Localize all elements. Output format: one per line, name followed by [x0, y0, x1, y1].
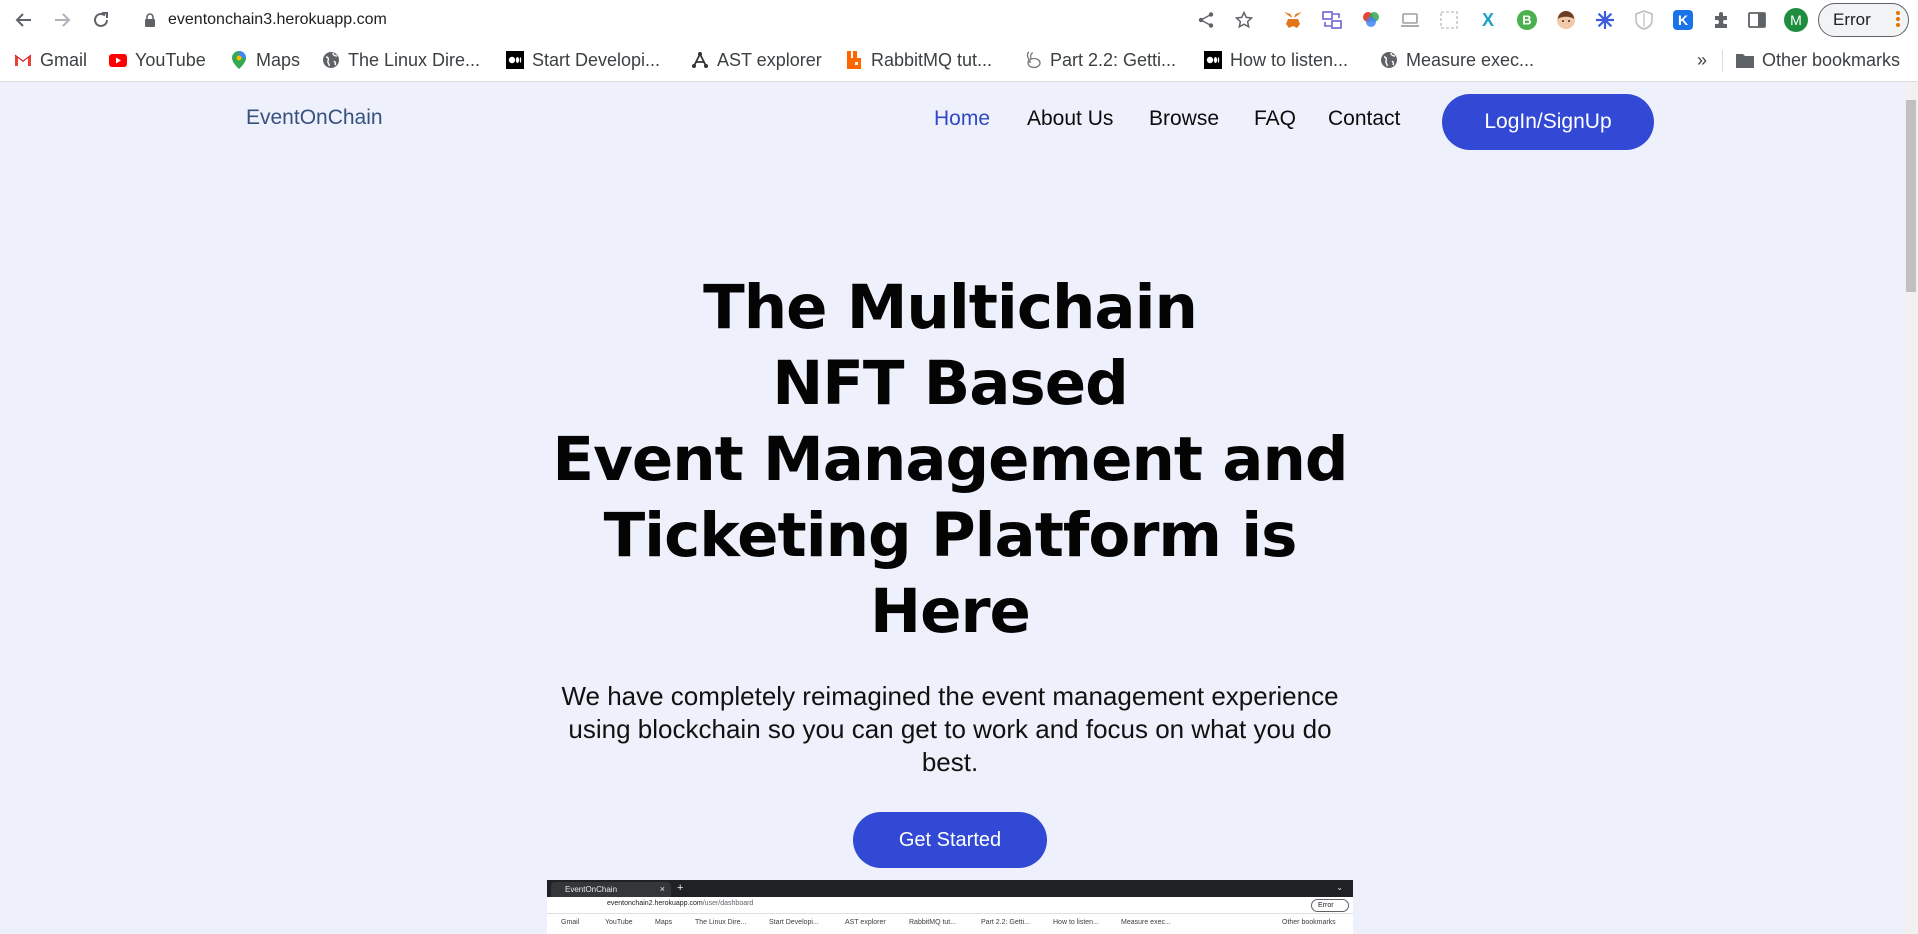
b-extension-icon[interactable]: B — [1516, 9, 1538, 31]
profile-avatar[interactable]: M — [1784, 8, 1808, 32]
gmail-icon — [14, 51, 32, 69]
browser-toolbar: eventonchain3.herokuapp.com X B K M Erro… — [0, 0, 1918, 40]
preview-bookmark: RabbitMQ tut... — [909, 919, 957, 926]
bookmark-rabbitmq[interactable]: RabbitMQ tut... — [845, 48, 992, 72]
preview-error-chip: Error — [1311, 899, 1349, 912]
site-logo[interactable]: EventOnChain — [246, 106, 383, 130]
preview-bookmark: YouTube — [605, 919, 633, 926]
color-picker-extension-icon[interactable] — [1360, 9, 1382, 31]
preview-bookmark: How to listen... — [1053, 919, 1099, 926]
forward-button[interactable] — [48, 6, 76, 34]
preview-chevron-down-icon: ⌄ — [1336, 883, 1343, 892]
screenshot-extension-icon[interactable] — [1438, 9, 1460, 31]
bookmark-youtube[interactable]: YouTube — [109, 48, 206, 72]
hero-line: Ticketing Platform is — [603, 500, 1298, 571]
nav-home[interactable]: Home — [934, 107, 990, 131]
page-scrollbar-thumb[interactable] — [1906, 100, 1916, 292]
svg-text:B: B — [1522, 13, 1531, 28]
share-icon[interactable] — [1196, 10, 1216, 30]
page-viewport: EventOnChain Home About Us Browse FAQ Co… — [0, 82, 1904, 934]
preview-bookmark: Start Developi... — [769, 919, 819, 926]
address-bar[interactable]: eventonchain3.herokuapp.com — [128, 2, 1268, 38]
preview-close-icon: × — [659, 884, 665, 894]
maps-icon — [230, 51, 248, 69]
avatar-extension-icon[interactable] — [1555, 9, 1577, 31]
hero-line: Event Management and — [552, 424, 1348, 495]
x-extension-icon[interactable]: X — [1477, 9, 1499, 31]
preview-bookmark: AST explorer — [845, 919, 886, 926]
preview-bookmark: The Linux Dire... — [695, 919, 747, 926]
bookmark-measure-exec[interactable]: Measure exec... — [1380, 48, 1534, 72]
hero-line: NFT Based — [772, 348, 1129, 419]
medium-icon — [506, 51, 524, 69]
bookmark-start-developing[interactable]: Start Developi... — [506, 48, 660, 72]
hero-line: Here — [870, 576, 1031, 647]
hero-heading: The Multichain NFT Based Event Managemen… — [500, 270, 1400, 650]
bookmark-linux-directory[interactable]: The Linux Dire... — [322, 48, 480, 72]
metamask-extension-icon[interactable] — [1282, 9, 1304, 31]
preview-other-bookmarks: Other bookmarks — [1282, 919, 1336, 926]
hero-subtitle: We have completely reimagined the event … — [561, 681, 1339, 777]
reload-icon — [94, 12, 108, 27]
lock-icon — [145, 13, 155, 27]
bookmark-part-2-2[interactable]: Part 2.2: Getti... — [1024, 48, 1176, 72]
nav-faq[interactable]: FAQ — [1254, 107, 1296, 131]
dashboard-preview-image: EventOnChain × + ⌄ eventonchain2.herokua… — [547, 880, 1353, 934]
preview-toolbar: eventonchain2.herokuapp.com/user/dashboa… — [547, 897, 1353, 914]
bookmark-gmail[interactable]: Gmail — [14, 48, 87, 72]
kebab-menu-icon — [1896, 11, 1900, 29]
globe-icon — [1380, 51, 1398, 69]
back-button[interactable] — [10, 6, 38, 34]
preview-bookmark: Maps — [655, 919, 673, 926]
laptop-extension-icon[interactable] — [1399, 9, 1421, 31]
reload-button[interactable] — [87, 6, 115, 34]
nav-contact[interactable]: Contact — [1328, 107, 1400, 131]
preview-bookmark: Gmail — [561, 919, 580, 926]
preview-tab-bar: EventOnChain × + ⌄ — [547, 880, 1353, 897]
bookmarks-overflow-button[interactable]: » — [1697, 48, 1707, 72]
bookmark-how-to-listen[interactable]: How to listen... — [1204, 48, 1348, 72]
forward-arrow-icon — [55, 13, 71, 27]
rabbit-icon — [1024, 51, 1042, 69]
side-panel-icon[interactable] — [1746, 9, 1768, 31]
back-arrow-icon — [15, 13, 31, 27]
url-text[interactable]: eventonchain3.herokuapp.com — [168, 11, 387, 29]
preview-url: eventonchain2.herokuapp.com/user/dashboa… — [607, 900, 754, 907]
rabbitmq-icon — [845, 51, 863, 69]
preview-bookmark: Part 2.2: Getti... — [981, 919, 1031, 926]
error-chip[interactable]: Error — [1818, 3, 1909, 37]
nav-about-us[interactable]: About Us — [1027, 107, 1113, 131]
k-extension-icon[interactable]: K — [1672, 9, 1694, 31]
hero-line: The Multichain — [703, 272, 1198, 343]
bookmarks-bar: Gmail YouTube Maps The Linux Dire... Sta… — [0, 40, 1918, 82]
youtube-icon — [109, 51, 127, 69]
puzzle-extensions-icon[interactable] — [1711, 9, 1733, 31]
medium-icon — [1204, 51, 1222, 69]
bookmarks-divider — [1722, 50, 1723, 72]
snowflake-extension-icon[interactable] — [1594, 9, 1616, 31]
preview-new-tab-icon: + — [677, 882, 684, 894]
preview-bookmarks-bar: Gmail YouTube Maps The Linux Dire... Sta… — [547, 914, 1353, 932]
folder-icon — [1736, 51, 1754, 69]
bookmark-star-icon[interactable] — [1234, 10, 1254, 30]
svg-text:K: K — [1678, 12, 1688, 28]
translate-extension-icon[interactable] — [1321, 9, 1343, 31]
get-started-button[interactable]: Get Started — [853, 812, 1047, 868]
bookmark-maps[interactable]: Maps — [230, 48, 300, 72]
error-label: Error — [1833, 10, 1871, 29]
globe-icon — [322, 51, 340, 69]
shield-extension-icon[interactable] — [1633, 9, 1655, 31]
nav-browse[interactable]: Browse — [1149, 107, 1219, 131]
preview-tab-title: EventOnChain — [565, 885, 618, 894]
bookmark-ast-explorer[interactable]: AST explorer — [691, 48, 822, 72]
login-signup-button[interactable]: LogIn/SignUp — [1442, 94, 1654, 150]
other-bookmarks-folder[interactable]: Other bookmarks — [1736, 48, 1900, 72]
preview-tab: EventOnChain × — [551, 882, 671, 897]
preview-bookmark: Measure exec... — [1121, 919, 1171, 926]
ast-icon — [691, 51, 709, 69]
